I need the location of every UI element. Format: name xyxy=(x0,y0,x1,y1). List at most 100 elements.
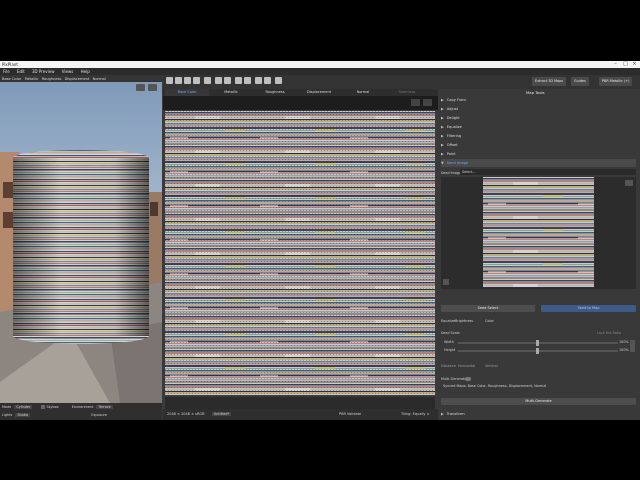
multi-generate-toggle[interactable] xyxy=(465,377,471,381)
preview-map-toolbar: Base Color Metallic Roughness Displaceme… xyxy=(0,75,162,82)
toggle-normal[interactable]: Normal xyxy=(93,77,106,81)
lights-select[interactable]: Studio xyxy=(15,413,31,417)
section-equalize[interactable]: ▶ Equalize xyxy=(441,123,636,131)
tab-displacement[interactable]: Displacement xyxy=(297,89,341,96)
seed-to-map-button[interactable]: Seed to Map xyxy=(541,305,636,312)
fullscreen-icon[interactable] xyxy=(148,84,157,91)
seed-image-thumbnail xyxy=(483,177,594,288)
maximize-icon[interactable]: □ xyxy=(621,61,630,68)
toggle-roughness[interactable]: Roughness xyxy=(42,77,62,81)
toggle-base-color[interactable]: Base Color xyxy=(2,77,21,81)
tab-normal[interactable]: Normal xyxy=(341,89,385,96)
width-label: Width xyxy=(444,340,454,344)
status-bar: 2048 × 2048 × sRGB Untitled* PBR Validat… xyxy=(163,409,438,420)
height-value[interactable]: 100% xyxy=(619,348,629,352)
seed-options-icon[interactable] xyxy=(625,180,633,186)
expand-arrow-icon: ▶ xyxy=(441,143,444,147)
pbr-validate-toggle[interactable]: PBR Validate xyxy=(339,409,361,420)
skybox-label: Skybox xyxy=(46,405,59,409)
right-toolbar: Extract 3D Maps Guides PBR Metallic (+) xyxy=(438,75,640,89)
toggle-metallic[interactable]: Metallic xyxy=(25,77,39,81)
mode-select[interactable]: Cylinder xyxy=(14,405,33,409)
title-bar: PixPlant – □ × xyxy=(0,61,640,68)
section-paint[interactable]: ▶ Paint xyxy=(441,150,636,158)
seed-image-label: Seed Image xyxy=(441,171,462,175)
tab-seamless[interactable]: Seamless xyxy=(385,89,429,96)
extract-3d-maps-button[interactable]: Extract 3D Maps xyxy=(532,77,566,86)
multi-generate-description: Synced Maps: Base Color, Roughness, Disp… xyxy=(443,384,547,388)
mode-label: Mode xyxy=(2,405,12,409)
equalize-label: Equalize xyxy=(441,319,456,323)
document-name: Untitled* xyxy=(211,412,232,416)
main-toolbar xyxy=(163,75,438,89)
copy-icon[interactable] xyxy=(235,77,242,84)
delete-icon[interactable] xyxy=(204,77,211,84)
zoom-fit-icon[interactable] xyxy=(411,99,420,106)
width-value[interactable]: 100% xyxy=(619,340,629,344)
tab-base-color[interactable]: Base Color xyxy=(165,89,209,96)
seed-info-icon[interactable] xyxy=(443,279,449,285)
section-seed-image[interactable]: ▼ Seed Image xyxy=(441,159,636,167)
height-slider-knob[interactable] xyxy=(536,348,539,354)
section-delight[interactable]: ▶ Delight xyxy=(441,114,636,122)
collapse-arrow-icon: ▼ xyxy=(441,161,444,165)
expand-arrow-icon: ▶ xyxy=(441,107,444,111)
toggle-displacement[interactable]: Displacement xyxy=(65,77,90,81)
expand-arrow-icon: ▶ xyxy=(441,98,444,102)
tab-metallic[interactable]: Metallic xyxy=(209,89,253,96)
menu-3d-preview[interactable]: 3D Preview xyxy=(32,69,54,74)
section-transform[interactable]: ▶ Transform xyxy=(441,410,636,418)
multi-generate-label: Multi-Generate xyxy=(441,377,467,381)
image-view-header xyxy=(163,96,438,110)
tile-icon[interactable] xyxy=(255,77,262,84)
width-slider[interactable] xyxy=(458,340,618,346)
crop-icon[interactable] xyxy=(264,77,271,84)
height-slider[interactable] xyxy=(458,348,618,354)
paste-icon[interactable] xyxy=(244,77,251,84)
3d-preview-viewport[interactable] xyxy=(0,82,162,403)
zoom-100-icon[interactable] xyxy=(423,99,432,106)
vertical-label: Vertical xyxy=(485,364,498,368)
redo-icon[interactable] xyxy=(224,77,231,84)
undo-icon[interactable] xyxy=(215,77,222,84)
lock-ratio-checkbox[interactable]: Lock the Ratio xyxy=(597,331,621,335)
menu-file[interactable]: File xyxy=(3,69,10,74)
menu-bar: File Edit 3D Preview Views Help xyxy=(0,68,640,75)
menu-edit[interactable]: Edit xyxy=(17,69,25,74)
exposure-label: Exposure xyxy=(91,413,107,417)
section-filtering[interactable]: ▶ Filtering xyxy=(441,132,636,140)
section-adjust[interactable]: ▶ Adjust xyxy=(441,105,636,113)
width-slider-knob[interactable] xyxy=(536,340,539,346)
color-checkbox[interactable]: Color xyxy=(485,319,494,323)
texture-canvas[interactable] xyxy=(165,111,435,395)
link-ratio-icon[interactable] xyxy=(630,340,635,352)
comment-icon[interactable] xyxy=(275,77,282,84)
new-file-icon[interactable] xyxy=(166,77,173,84)
seed-scale-label: Seed Scale xyxy=(441,331,460,335)
save-as-icon[interactable] xyxy=(193,77,200,84)
guides-button[interactable]: Guides xyxy=(571,77,589,86)
section-copy-from[interactable]: ▶ Copy From xyxy=(441,96,636,104)
menu-help[interactable]: Help xyxy=(81,69,90,74)
skybox-checkbox[interactable] xyxy=(41,405,46,409)
environment-select[interactable]: Terrace xyxy=(96,405,113,409)
save-icon[interactable] xyxy=(184,77,191,84)
tab-roughness[interactable]: Roughness xyxy=(253,89,297,96)
expand-arrow-icon: ▶ xyxy=(441,152,444,156)
seed-image-preview xyxy=(441,177,636,289)
expand-arrow-icon: ▶ xyxy=(441,412,444,416)
seed-image-select[interactable]: Select... xyxy=(460,169,636,175)
seed-select-button[interactable]: Seed Select xyxy=(441,305,535,312)
section-offset[interactable]: ▶ Offset xyxy=(441,141,636,149)
brightness-checkbox[interactable]: Brightness xyxy=(455,319,473,323)
pbr-mode-button[interactable]: PBR Metallic (+) xyxy=(599,77,633,86)
close-icon[interactable]: × xyxy=(630,61,639,68)
minimize-icon[interactable]: – xyxy=(611,61,620,68)
multi-generate-button[interactable]: Multi-Generate xyxy=(441,398,636,405)
tiling-select[interactable]: Tiling: Equally × xyxy=(401,409,430,420)
menu-views[interactable]: Views xyxy=(62,69,74,74)
open-file-icon[interactable] xyxy=(175,77,182,84)
environment-label: Environment xyxy=(71,405,94,409)
map-tools-title: Map Tools xyxy=(526,90,545,95)
reset-view-icon[interactable] xyxy=(136,84,145,91)
